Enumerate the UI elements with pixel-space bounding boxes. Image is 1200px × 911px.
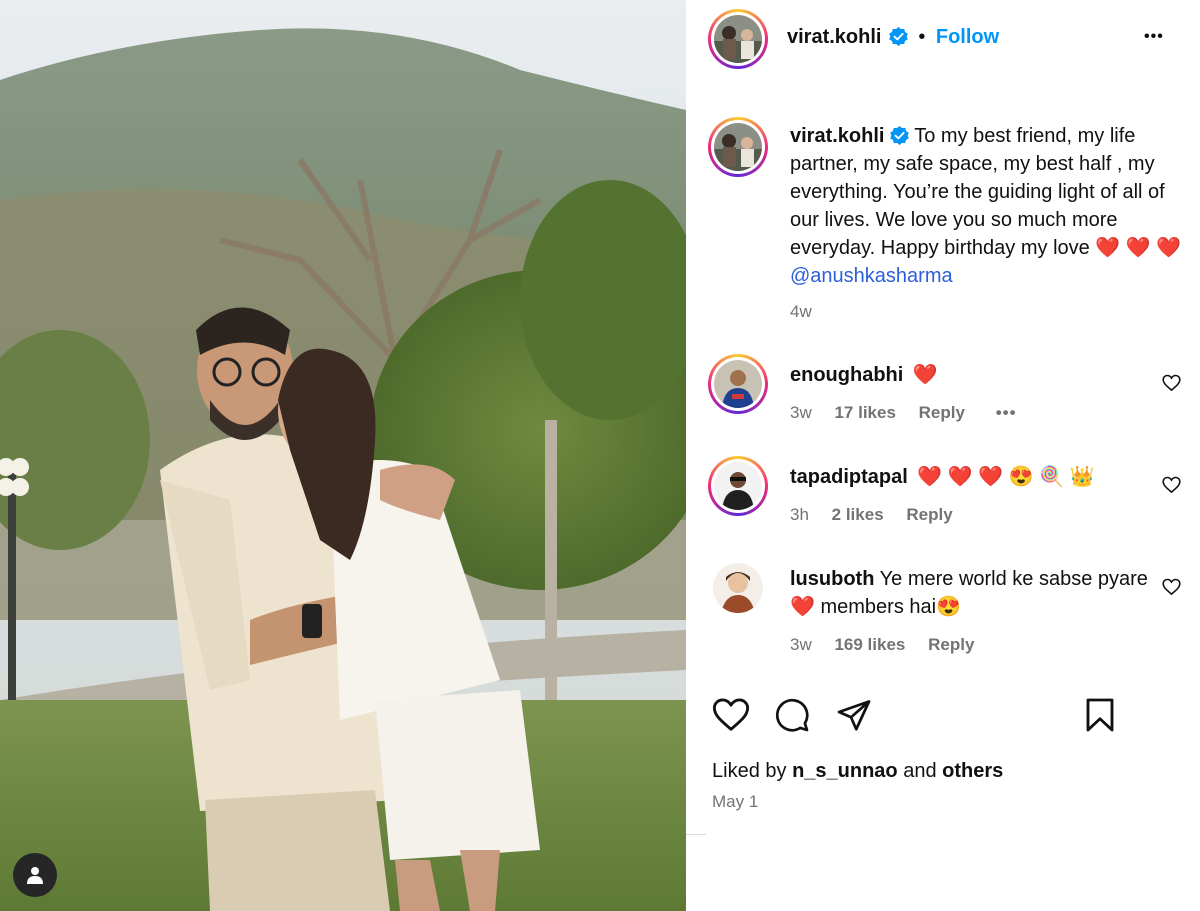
- comment-likes[interactable]: 17 likes: [834, 403, 895, 422]
- liked-prefix: Liked by: [712, 760, 787, 782]
- post-date: May 1: [712, 792, 759, 811]
- caption-mention-link[interactable]: @anushkasharma: [790, 265, 953, 287]
- comment-avatar[interactable]: [713, 563, 763, 613]
- comment-like-icon[interactable]: [1162, 374, 1181, 392]
- liked-user-link[interactable]: n_s_unnao: [792, 760, 898, 782]
- comment-username[interactable]: lusuboth: [790, 568, 874, 590]
- comment-reply-button[interactable]: Reply: [919, 403, 965, 422]
- comment-avatar[interactable]: [708, 456, 768, 516]
- comment-item: enoughabhi ❤️: [790, 361, 1160, 389]
- comment-meta: 3h 2 likes Reply: [790, 505, 971, 525]
- post-caption: virat.kohli To my best friend, my life p…: [790, 122, 1190, 290]
- bookmark-icon[interactable]: [1084, 697, 1116, 733]
- more-options-button[interactable]: •••: [1144, 28, 1164, 46]
- caption-author-avatar[interactable]: [708, 117, 768, 177]
- comment-likes[interactable]: 169 likes: [834, 635, 905, 654]
- comment-age: 3w: [790, 403, 812, 422]
- post-action-bar: [712, 697, 1182, 737]
- liked-and: and: [903, 760, 937, 782]
- comment-reply-button[interactable]: Reply: [928, 635, 974, 654]
- comment-like-icon[interactable]: [1162, 578, 1181, 596]
- comment-emoji: 😍: [936, 596, 961, 618]
- comment-meta: 3w 169 likes Reply: [790, 635, 992, 655]
- comment-username[interactable]: tapadiptapal: [790, 466, 908, 488]
- caption-age: 4w: [790, 302, 812, 321]
- heart-outline-icon[interactable]: [712, 697, 750, 733]
- verified-badge-icon: [889, 27, 908, 46]
- caption-heart-end: ❤️: [1156, 237, 1182, 259]
- caption-username[interactable]: virat.kohli: [790, 125, 884, 147]
- comment-text: ❤️ ❤️ ❤️ 😍 🍭 👑: [917, 466, 1095, 488]
- comment-meta: 3w 17 likes Reply •••: [790, 403, 1035, 423]
- comment-username[interactable]: enoughabhi: [790, 364, 903, 386]
- comment-heart: ❤️: [790, 596, 815, 618]
- verified-badge-icon: [890, 126, 909, 145]
- comment-avatar[interactable]: [708, 354, 768, 414]
- header-separator: •: [918, 26, 926, 48]
- comment-item: tapadiptapal ❤️ ❤️ ❤️ 😍 🍭 👑: [790, 463, 1160, 491]
- comment-bubble-icon[interactable]: [774, 697, 810, 733]
- liked-by-summary: Liked by n_s_unnao and others: [712, 760, 1003, 783]
- post-header: virat.kohli • Follow: [787, 26, 999, 49]
- comment-reply-button[interactable]: Reply: [906, 505, 952, 524]
- post-photo[interactable]: [0, 0, 686, 911]
- caption-hearts: ❤️ ❤️: [1095, 237, 1151, 259]
- comment-more-button[interactable]: •••: [996, 403, 1017, 422]
- comment-text: ❤️: [912, 364, 938, 386]
- comment-like-icon[interactable]: [1162, 476, 1181, 494]
- comment-avatar-image: [714, 360, 762, 408]
- couple-photo-image: [0, 0, 686, 911]
- author-avatar-image: [714, 15, 762, 63]
- comment-text: Ye mere world ke sabse pyare: [879, 568, 1148, 590]
- liked-others-link[interactable]: others: [942, 760, 1003, 782]
- comment-age: 3w: [790, 635, 812, 654]
- user-tag-button[interactable]: [13, 853, 57, 897]
- author-username[interactable]: virat.kohli: [787, 26, 881, 48]
- user-tag-icon: [27, 867, 43, 884]
- comment-avatar-image: [714, 462, 762, 510]
- comment-item: lusuboth Ye mere world ke sabse pyare❤️ …: [790, 565, 1160, 621]
- follow-button[interactable]: Follow: [936, 26, 999, 48]
- comment-age: 3h: [790, 505, 809, 524]
- comment-avatar-image: [713, 563, 763, 613]
- comment-likes[interactable]: 2 likes: [832, 505, 884, 524]
- paper-plane-icon[interactable]: [836, 697, 872, 733]
- comment-text-b: members hai: [820, 596, 937, 618]
- post-side-panel: virat.kohli • Follow ••• virat.kohli To: [686, 0, 1200, 911]
- divider: [686, 834, 706, 835]
- author-avatar[interactable]: [708, 9, 768, 69]
- caption-avatar-image: [714, 123, 762, 171]
